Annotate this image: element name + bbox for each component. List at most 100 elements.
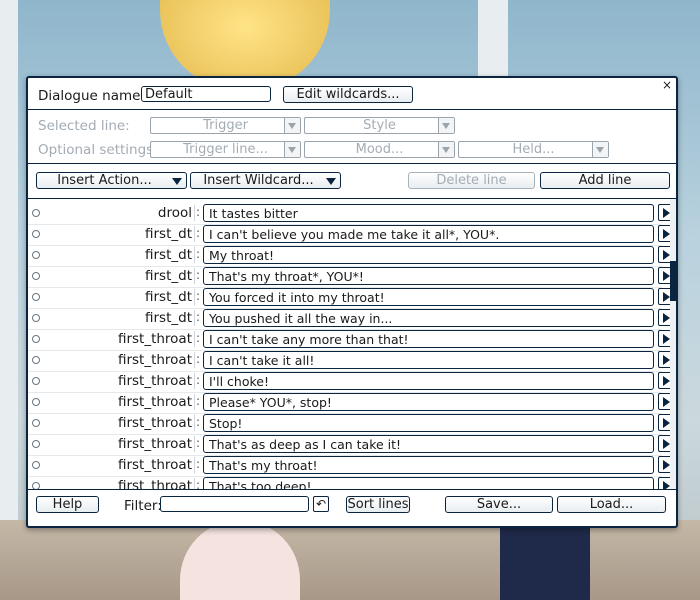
colon-separator: :: [196, 226, 201, 240]
colon-separator: :: [196, 457, 201, 471]
select-line-radio[interactable]: [32, 482, 40, 489]
list-item[interactable]: first_throat: That's my throat!: [28, 455, 673, 477]
line-trigger: first_throat: [46, 436, 195, 452]
select-line-radio[interactable]: [32, 398, 40, 406]
line-trigger: first_throat: [46, 457, 195, 473]
select-line-radio[interactable]: [32, 209, 40, 217]
line-text-input[interactable]: That's my throat*, YOU*!: [203, 267, 654, 285]
line-trigger: first_dt: [46, 268, 195, 284]
floor: [0, 520, 700, 600]
line-text-input[interactable]: Stop!: [203, 414, 654, 432]
divider: [28, 109, 676, 110]
select-line-radio[interactable]: [32, 440, 40, 448]
select-line-radio[interactable]: [32, 293, 40, 301]
line-trigger: first_throat: [46, 394, 195, 410]
list-item[interactable]: first_throat: Stop!: [28, 413, 673, 435]
line-text-input[interactable]: That's my throat!: [203, 456, 654, 474]
colon-separator: :: [196, 268, 201, 282]
line-text-input[interactable]: That's too deep!: [203, 477, 654, 489]
list-item[interactable]: first_throat: I can't take it all!: [28, 350, 673, 372]
select-line-radio[interactable]: [32, 251, 40, 259]
line-text-input[interactable]: My throat!: [203, 246, 654, 264]
line-text-input[interactable]: Please* YOU*, stop!: [203, 393, 654, 411]
chevron-down-icon: [438, 118, 454, 133]
list-item[interactable]: first_throat: I can't take any more than …: [28, 329, 673, 351]
colon-separator: :: [196, 352, 201, 366]
insert-wildcard-button[interactable]: Insert Wildcard...: [190, 172, 341, 189]
select-line-radio[interactable]: [32, 314, 40, 322]
chevron-down-icon: [172, 178, 182, 185]
trigger-line-dropdown[interactable]: Trigger line...: [150, 141, 301, 158]
colon-separator: :: [196, 478, 201, 490]
list-item[interactable]: first_dt: You forced it into my throat!: [28, 287, 673, 309]
selected-line-label: Selected line:: [38, 118, 130, 134]
held-dropdown-value: Held...: [512, 142, 555, 157]
style-dropdown[interactable]: Style: [304, 117, 455, 134]
line-text-input[interactable]: I'll choke!: [203, 372, 654, 390]
list-item[interactable]: first_throat: Please* YOU*, stop!: [28, 392, 673, 414]
filter-label: Filter:: [124, 498, 162, 514]
list-item[interactable]: first_throat: That's too deep!: [28, 476, 673, 490]
dialogue-name-label: Dialogue name:: [38, 88, 145, 104]
insert-action-label: Insert Action...: [57, 173, 152, 188]
trigger-dropdown[interactable]: Trigger: [150, 117, 301, 134]
line-text-input[interactable]: I can't believe you made me take it all*…: [203, 225, 654, 243]
add-line-button[interactable]: Add line: [540, 172, 670, 189]
colon-separator: :: [196, 205, 201, 219]
line-text-input[interactable]: You pushed it all the way in...: [203, 309, 654, 327]
line-text-input[interactable]: It tastes bitter: [203, 204, 654, 222]
list-item[interactable]: first_dt: My throat!: [28, 245, 673, 267]
character-clothing: [500, 520, 590, 600]
line-trigger: first_throat: [46, 415, 195, 431]
help-button[interactable]: Help: [36, 496, 99, 513]
colon-separator: :: [196, 394, 201, 408]
colon-separator: :: [196, 415, 201, 429]
select-line-radio[interactable]: [32, 461, 40, 469]
select-line-radio[interactable]: [32, 272, 40, 280]
line-text-input[interactable]: I can't take any more than that!: [203, 330, 654, 348]
dialogue-name-input[interactable]: Default: [141, 86, 271, 102]
list-item[interactable]: first_dt: I can't believe you made me tak…: [28, 224, 673, 246]
line-trigger: first_throat: [46, 331, 195, 347]
save-button[interactable]: Save...: [445, 496, 553, 513]
line-text-input[interactable]: I can't take it all!: [203, 351, 654, 369]
close-icon[interactable]: ×: [662, 78, 672, 92]
line-text-input[interactable]: You forced it into my throat!: [203, 288, 654, 306]
chevron-down-icon: [284, 118, 300, 133]
chevron-down-icon: [326, 178, 336, 185]
mood-dropdown-value: Mood...: [355, 142, 404, 157]
delete-line-button[interactable]: Delete line: [408, 172, 535, 189]
chevron-down-icon: [438, 142, 454, 157]
sort-lines-button[interactable]: Sort lines: [346, 496, 410, 513]
select-line-radio[interactable]: [32, 419, 40, 427]
list-item[interactable]: first_dt: You pushed it all the way in...: [28, 308, 673, 330]
select-line-radio[interactable]: [32, 335, 40, 343]
line-trigger: drool: [46, 205, 195, 221]
colon-separator: :: [196, 247, 201, 261]
list-item[interactable]: drool: It tastes bitter: [28, 203, 673, 225]
line-trigger: first_throat: [46, 373, 195, 389]
held-dropdown[interactable]: Held...: [458, 141, 609, 158]
mood-dropdown[interactable]: Mood...: [304, 141, 455, 158]
insert-action-button[interactable]: Insert Action...: [36, 172, 187, 189]
line-text-input[interactable]: That's as deep as I can take it!: [203, 435, 654, 453]
line-trigger: first_dt: [46, 247, 195, 263]
line-trigger: first_dt: [46, 289, 195, 305]
edit-wildcards-button[interactable]: Edit wildcards...: [283, 86, 413, 103]
scrollbar[interactable]: [670, 199, 676, 489]
list-item[interactable]: first_throat: I'll choke!: [28, 371, 673, 393]
line-trigger: first_dt: [46, 310, 195, 326]
scrollbar-thumb[interactable]: [670, 261, 676, 301]
reset-filter-icon[interactable]: ↶: [313, 496, 329, 512]
list-item[interactable]: first_dt: That's my throat*, YOU*!: [28, 266, 673, 288]
chevron-down-icon: [284, 142, 300, 157]
trigger-dropdown-value: Trigger: [203, 118, 248, 133]
select-line-radio[interactable]: [32, 377, 40, 385]
select-line-radio[interactable]: [32, 356, 40, 364]
colon-separator: :: [196, 310, 201, 324]
list-item[interactable]: first_throat: That's as deep as I can tak…: [28, 434, 673, 456]
select-line-radio[interactable]: [32, 230, 40, 238]
chevron-down-icon: [592, 142, 608, 157]
filter-input[interactable]: [160, 496, 309, 512]
load-button[interactable]: Load...: [557, 496, 666, 513]
